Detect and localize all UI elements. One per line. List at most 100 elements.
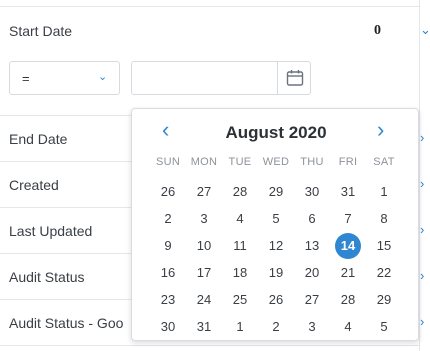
calendar-day[interactable]: 4 xyxy=(330,313,366,340)
day-number: 29 xyxy=(268,184,284,199)
calendar-day[interactable]: 29 xyxy=(258,178,294,205)
calendar-day[interactable]: 30 xyxy=(294,178,330,205)
day-number: 28 xyxy=(232,184,248,199)
day-number: 19 xyxy=(268,265,284,280)
calendar-day[interactable]: 16 xyxy=(150,259,186,286)
day-number: 3 xyxy=(308,319,316,334)
filter-label: Last Updated xyxy=(9,223,93,239)
day-number: 31 xyxy=(196,319,212,334)
calendar-day[interactable]: 27 xyxy=(294,286,330,313)
calendar-day[interactable]: 19 xyxy=(258,259,294,286)
day-number: 26 xyxy=(268,292,284,307)
day-number: 5 xyxy=(272,211,280,226)
day-number: 16 xyxy=(160,265,176,280)
calendar-day[interactable]: 3 xyxy=(294,313,330,340)
calendar-day[interactable]: 17 xyxy=(186,259,222,286)
datepicker-popup: ‹ August 2020 › SUN MON TUE WED THU FRI SAT 26… xyxy=(131,108,419,341)
filter-label: End Date xyxy=(9,131,68,147)
operator-select[interactable]: = ⌄ xyxy=(9,61,120,95)
calendar-day[interactable]: 20 xyxy=(294,259,330,286)
day-number: 31 xyxy=(340,184,356,199)
calendar-day[interactable]: 15 xyxy=(366,232,402,259)
calendar-day[interactable]: 12 xyxy=(258,232,294,259)
calendar-day[interactable]: 13 xyxy=(294,232,330,259)
day-number: 1 xyxy=(380,184,388,199)
day-number: 1 xyxy=(236,319,244,334)
calendar-day[interactable]: 26 xyxy=(258,286,294,313)
calendar-day[interactable]: 1 xyxy=(222,313,258,340)
day-number: 27 xyxy=(304,292,320,307)
calendar-day[interactable]: 30 xyxy=(150,313,186,340)
day-number: 25 xyxy=(232,292,248,307)
weekday-label: MON xyxy=(190,156,218,168)
filter-label: Audit Status - Goo xyxy=(9,315,124,331)
day-number: 13 xyxy=(304,238,320,253)
chevron-down-icon: ⌄ xyxy=(98,71,108,83)
day-number: 30 xyxy=(304,184,320,199)
calendar-day[interactable]: 2 xyxy=(258,313,294,340)
chevron-down-icon[interactable]: ⌄ xyxy=(420,22,430,38)
calendar-day[interactable]: 1 xyxy=(366,178,402,205)
chevron-right-icon[interactable]: › xyxy=(420,268,424,283)
weekday-label: SAT xyxy=(373,156,395,168)
chevron-right-icon[interactable]: › xyxy=(420,130,424,145)
day-number: 2 xyxy=(272,319,280,334)
start-date-count: 0 xyxy=(374,23,381,38)
weekday-label: THU xyxy=(300,156,324,168)
day-number: 4 xyxy=(236,211,244,226)
calendar-day[interactable]: 5 xyxy=(366,313,402,340)
day-number: 3 xyxy=(200,211,208,226)
calendar-day[interactable]: 26 xyxy=(150,178,186,205)
calendar-day[interactable]: 3 xyxy=(186,205,222,232)
chevron-right-icon[interactable]: › xyxy=(420,176,424,191)
day-grid: 26 27 28 29 30 31 1 2 3 4 5 6 7 8 9 10 11 12 13 14 15 16 17 18 1… xyxy=(150,178,402,340)
operator-value: = xyxy=(22,71,30,86)
chevron-right-icon[interactable]: › xyxy=(420,222,424,237)
calendar-day[interactable]: 8 xyxy=(366,205,402,232)
date-input[interactable] xyxy=(131,61,311,95)
input-divider xyxy=(277,62,278,94)
calendar-day[interactable]: 29 xyxy=(366,286,402,313)
filter-label: Created xyxy=(9,177,59,193)
calendar-day[interactable]: 31 xyxy=(330,178,366,205)
filter-label: Audit Status xyxy=(9,269,85,285)
calendar-day[interactable]: 10 xyxy=(186,232,222,259)
calendar-day[interactable]: 5 xyxy=(258,205,294,232)
calendar-day[interactable]: 4 xyxy=(222,205,258,232)
weekday-header: SUN MON TUE WED THU FRI SAT xyxy=(150,156,402,168)
day-number: 12 xyxy=(268,238,284,253)
day-number: 11 xyxy=(233,238,247,253)
calendar-day[interactable]: 28 xyxy=(330,286,366,313)
day-number: 24 xyxy=(196,292,212,307)
calendar-day[interactable]: 24 xyxy=(186,286,222,313)
calendar-day[interactable]: 18 xyxy=(222,259,258,286)
weekday-label: TUE xyxy=(228,156,252,168)
calendar-day[interactable]: 2 xyxy=(150,205,186,232)
calendar-day[interactable]: 23 xyxy=(150,286,186,313)
weekday-label: FRI xyxy=(338,156,358,168)
calendar-day[interactable]: 22 xyxy=(366,259,402,286)
day-number: 6 xyxy=(308,211,316,226)
calendar-day[interactable]: 27 xyxy=(186,178,222,205)
day-number: 9 xyxy=(164,238,172,253)
calendar-day[interactable]: 7 xyxy=(330,205,366,232)
calendar-day[interactable]: 25 xyxy=(222,286,258,313)
weekday-label: WED xyxy=(262,156,290,168)
calendar-day[interactable]: 28 xyxy=(222,178,258,205)
selected-day[interactable]: 14 xyxy=(330,232,366,259)
next-month-button[interactable]: › xyxy=(377,119,384,141)
calendar-day[interactable]: 11 xyxy=(222,232,258,259)
calendar-day[interactable]: 31 xyxy=(186,313,222,340)
calendar-day[interactable]: 21 xyxy=(330,259,366,286)
day-number: 23 xyxy=(160,292,176,307)
filter-panel: Start Date 0 ⌄ = ⌄ End Date › Created › … xyxy=(0,0,430,351)
calendar-icon[interactable] xyxy=(286,69,304,87)
chevron-right-icon[interactable]: › xyxy=(420,314,424,329)
weekday-label: SUN xyxy=(155,156,181,168)
calendar-day[interactable]: 9 xyxy=(150,232,186,259)
day-number: 29 xyxy=(376,292,392,307)
day-number: 26 xyxy=(160,184,176,199)
day-number: 14 xyxy=(335,233,361,259)
start-date-label: Start Date xyxy=(9,23,73,39)
calendar-day[interactable]: 6 xyxy=(294,205,330,232)
